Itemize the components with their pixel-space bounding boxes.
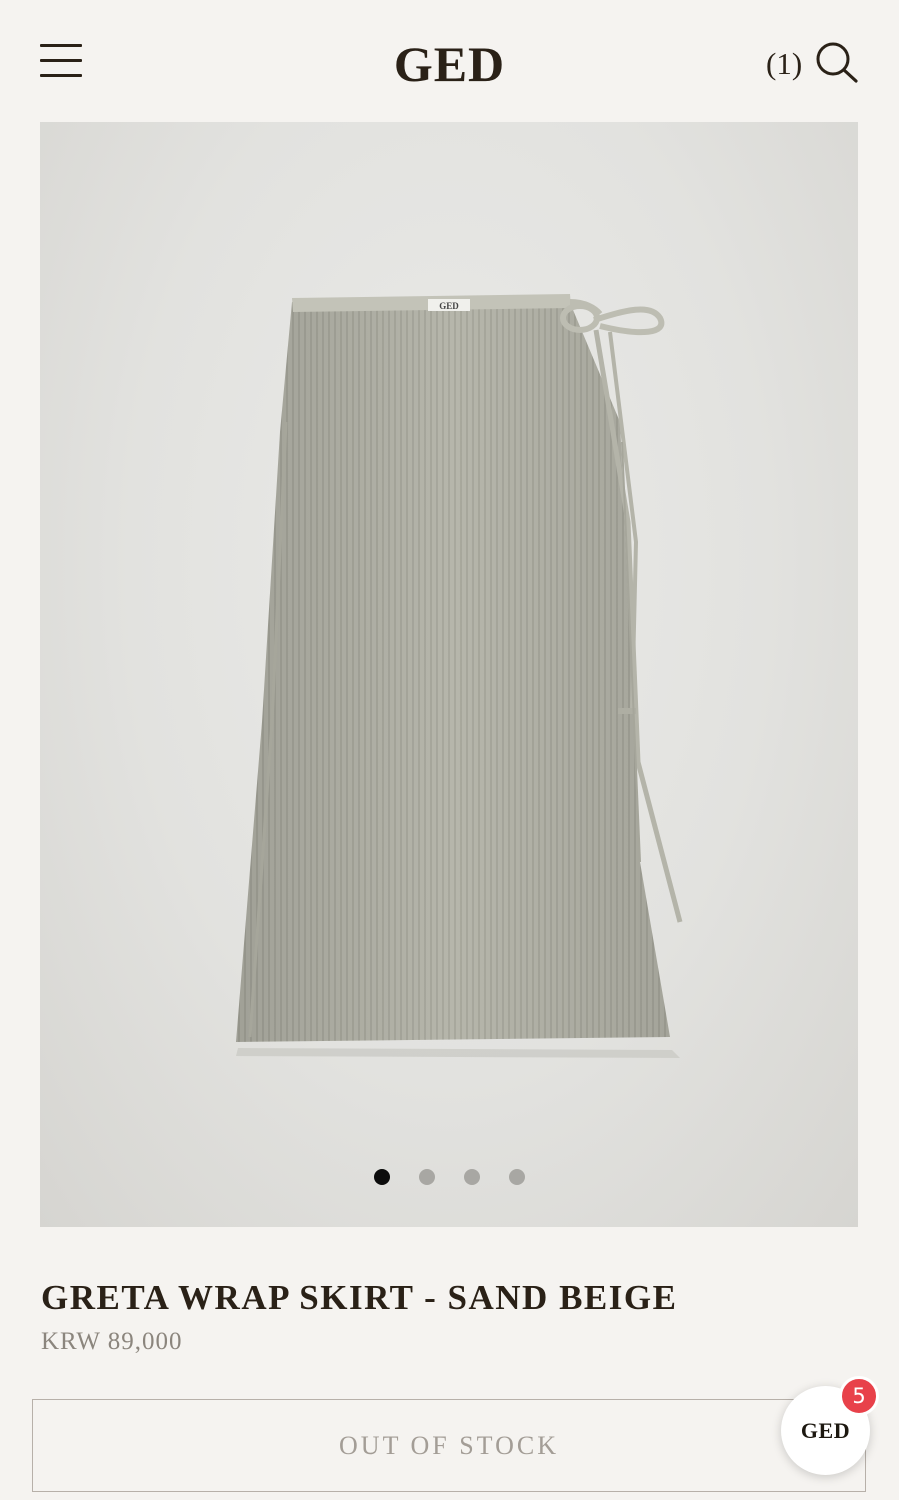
site-logo[interactable]: GED bbox=[0, 36, 899, 92]
carousel-dot-3[interactable] bbox=[463, 1169, 480, 1185]
out-of-stock-button[interactable]: OUT OF STOCK bbox=[32, 1399, 866, 1492]
carousel-dot-4[interactable] bbox=[508, 1169, 525, 1185]
search-icon[interactable] bbox=[815, 41, 859, 83]
product-photo: GED bbox=[236, 294, 683, 1058]
garment-label: GED bbox=[439, 301, 459, 311]
chat-notification-badge: 5 bbox=[839, 1376, 879, 1416]
carousel-pagination bbox=[40, 1169, 858, 1185]
product-page: GED (1) GED GRETA WRAP SKIRT - SAND BEIG… bbox=[0, 0, 899, 1500]
site-header: GED (1) bbox=[0, 0, 899, 122]
product-price: KRW 89,000 bbox=[41, 1328, 183, 1355]
cart-count[interactable]: (1) bbox=[766, 44, 802, 84]
carousel-dot-1[interactable] bbox=[373, 1169, 390, 1185]
product-image-carousel[interactable]: GED bbox=[40, 122, 858, 1227]
carousel-dot-2[interactable] bbox=[418, 1169, 435, 1185]
product-title: GRETA WRAP SKIRT - SAND BEIGE bbox=[41, 1278, 678, 1317]
